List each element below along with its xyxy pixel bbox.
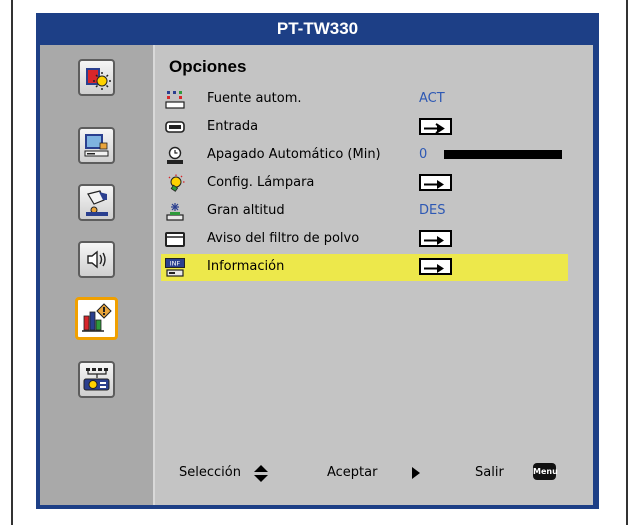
osd-body: Opciones Fuente autom. ACT Entrada Apaga… <box>40 45 593 505</box>
high-altitude-value: DES <box>419 203 446 218</box>
window-title: PT-TW330 <box>276 19 359 38</box>
menu-row-high-altitude[interactable]: Gran altitud DES <box>161 198 568 225</box>
menu-key-icon: Menu <box>533 463 558 480</box>
auto-source-value: ACT <box>419 91 445 106</box>
image-icon[interactable] <box>78 59 115 96</box>
menu-row-auto-source[interactable]: Fuente autom. ACT <box>161 86 568 113</box>
right-edge-line <box>626 0 628 525</box>
select-hint-label: Selección <box>179 465 241 480</box>
right-arrow-icon <box>412 467 420 479</box>
display-icon[interactable] <box>78 127 115 164</box>
information-icon: INF <box>165 258 185 277</box>
menu-row-lamp-settings[interactable]: Config. Lámpara <box>161 170 568 197</box>
auto-power-off-slider[interactable] <box>444 150 562 159</box>
lamp-icon <box>165 174 185 193</box>
left-edge-line <box>11 0 13 525</box>
high-altitude-label: Gran altitud <box>207 203 285 218</box>
network-icon[interactable] <box>78 361 115 398</box>
auto-source-label: Fuente autom. <box>207 91 302 106</box>
lamp-settings-label: Config. Lámpara <box>207 175 315 190</box>
filter-icon <box>165 230 185 249</box>
up-down-arrows-icon <box>254 465 268 482</box>
input-enter-button[interactable] <box>419 118 452 135</box>
high-altitude-icon <box>165 202 185 221</box>
information-icon-text: INF <box>170 260 181 268</box>
exit-hint-label: Salir <box>475 465 504 480</box>
footer-hints: Selección Aceptar Salir Menu <box>155 460 593 488</box>
information-label: Información <box>207 259 285 274</box>
dust-filter-label: Aviso del filtro de polvo <box>207 231 360 246</box>
menu-row-auto-power-off[interactable]: Apagado Automático (Min) 0 <box>161 142 568 169</box>
auto-power-off-label: Apagado Automático (Min) <box>207 147 381 162</box>
accept-hint-label: Aceptar <box>327 465 378 480</box>
options-icon[interactable] <box>75 297 118 340</box>
menu-row-input[interactable]: Entrada <box>161 114 568 141</box>
auto-power-off-icon <box>165 146 185 165</box>
lamp-settings-enter-button[interactable] <box>419 174 452 191</box>
auto-source-icon <box>165 90 185 109</box>
information-enter-button[interactable] <box>419 258 452 275</box>
menu-row-information[interactable]: INF Información <box>161 254 568 281</box>
options-panel: Opciones Fuente autom. ACT Entrada Apaga… <box>155 45 593 505</box>
category-sidebar <box>40 45 153 505</box>
menu-row-dust-filter-warning[interactable]: Aviso del filtro de polvo <box>161 226 568 253</box>
auto-power-off-value: 0 <box>419 147 428 162</box>
panel-title: Opciones <box>169 57 247 76</box>
setup-icon[interactable] <box>78 184 115 221</box>
input-icon <box>165 118 185 137</box>
audio-icon[interactable] <box>78 241 115 278</box>
input-label: Entrada <box>207 119 259 134</box>
dust-filter-enter-button[interactable] <box>419 230 452 247</box>
osd-window: PT-TW330 Opciones Fuente autom. ACT Entr… <box>36 13 599 509</box>
